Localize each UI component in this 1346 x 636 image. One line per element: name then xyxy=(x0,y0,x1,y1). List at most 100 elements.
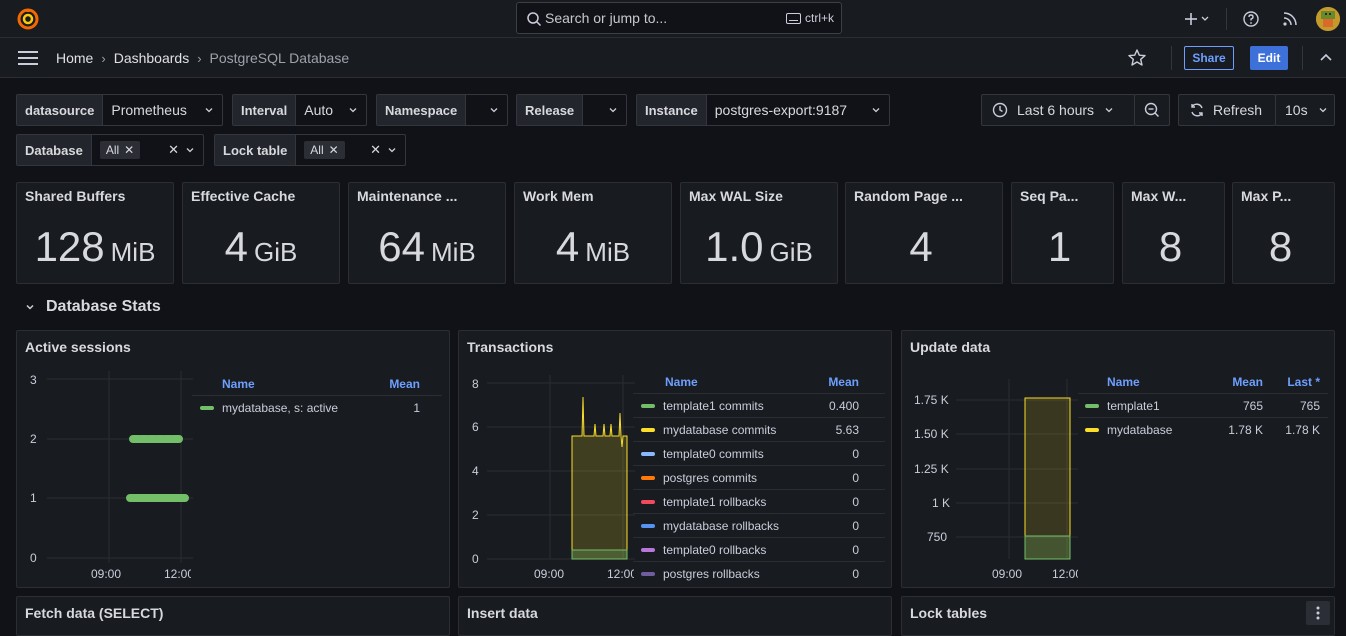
legend-header-name[interactable]: Name xyxy=(1107,375,1203,389)
legend-row[interactable]: template1 commits 0.400 xyxy=(633,393,885,417)
legend-row[interactable]: template1 rollbacks 0 xyxy=(633,489,885,513)
refresh-interval-picker[interactable]: 10s xyxy=(1275,94,1335,126)
variable-interval[interactable]: Interval Auto xyxy=(232,94,367,126)
chip-label: All xyxy=(310,143,324,157)
panel-insert-data[interactable]: Insert data xyxy=(458,596,892,636)
stat-panel-shared-buffers[interactable]: Shared Buffers 128 MiB xyxy=(16,182,174,284)
series-color-swatch xyxy=(641,547,655,552)
legend-row[interactable]: mydatabase rollbacks 0 xyxy=(633,513,885,537)
stat-title: Seq Pa... xyxy=(1020,188,1079,204)
panel-fetch-data[interactable]: Fetch data (SELECT) xyxy=(16,596,450,636)
breadcrumb-current: PostgreSQL Database xyxy=(209,50,350,66)
legend-name: template1 rollbacks xyxy=(663,494,767,509)
shortcut-text: ctrl+k xyxy=(804,11,834,25)
news-button[interactable] xyxy=(1280,9,1300,29)
stat-panel-maintenance[interactable]: Maintenance ... 64 MiB xyxy=(348,182,506,284)
variable-namespace[interactable]: Namespace xyxy=(376,94,508,126)
row-header[interactable]: Database Stats xyxy=(24,298,161,316)
menu-icon[interactable] xyxy=(18,51,38,65)
zoom-out-button[interactable] xyxy=(1134,94,1170,126)
legend-row[interactable]: mydatabase commits 5.63 xyxy=(633,417,885,441)
share-button[interactable]: Share xyxy=(1184,46,1234,70)
breadcrumb-home[interactable]: Home xyxy=(56,50,93,66)
legend-header-mean[interactable]: Mean xyxy=(389,377,420,391)
stat-panel-seq-page[interactable]: Seq Pa... 1 xyxy=(1011,182,1114,284)
variable-label: Lock table xyxy=(215,135,297,165)
x-tick: 12:00 xyxy=(1052,567,1078,581)
stat-title: Max WAL Size xyxy=(689,188,783,204)
chevron-down-icon xyxy=(609,108,617,113)
clear-icon[interactable]: ✕ xyxy=(370,142,381,158)
legend-row[interactable]: mydatabase 1.78 K 1.78 K xyxy=(1078,417,1328,441)
star-icon[interactable] xyxy=(1127,48,1147,68)
clear-icon[interactable]: ✕ xyxy=(168,142,179,158)
series-color-swatch xyxy=(641,451,655,456)
breadcrumb: Home › Dashboards › PostgreSQL Database xyxy=(56,50,349,66)
stat-title: Maintenance ... xyxy=(357,188,458,204)
stat-panel-random-page[interactable]: Random Page ... 4 xyxy=(845,182,1003,284)
legend-last: 1.78 K xyxy=(1285,422,1320,437)
stat-panel-effective-cache[interactable]: Effective Cache 4 GiB xyxy=(182,182,340,284)
panel-active-sessions[interactable]: Active sessions 3 2 1 0 09:00 12:00 Name… xyxy=(16,330,450,588)
panel-menu-button[interactable] xyxy=(1306,601,1330,625)
legend-header-name[interactable]: Name xyxy=(222,377,389,391)
add-new-button[interactable] xyxy=(1182,9,1212,29)
help-button[interactable] xyxy=(1241,9,1261,29)
refresh-button[interactable]: Refresh xyxy=(1178,94,1276,126)
variable-chip[interactable]: All ✕ xyxy=(304,141,345,159)
stat-panel-max-parallel[interactable]: Max P... 8 xyxy=(1232,182,1335,284)
panel-transactions[interactable]: Transactions 8 6 4 2 0 09:00 12:00 Name M… xyxy=(458,330,892,588)
chevron-down-icon xyxy=(186,148,194,153)
y-tick: 6 xyxy=(472,420,479,434)
y-tick: 1.75 K xyxy=(914,393,949,407)
legend-header-last[interactable]: Last * xyxy=(1263,375,1328,389)
edit-button[interactable]: Edit xyxy=(1250,46,1288,70)
legend-row[interactable]: template0 commits 0 xyxy=(633,441,885,465)
legend-mean: 0 xyxy=(852,566,859,581)
series-color-swatch xyxy=(641,475,655,480)
series-color-swatch xyxy=(641,523,655,528)
help-icon xyxy=(1243,11,1259,27)
variable-database[interactable]: Database All ✕ ✕ xyxy=(16,134,204,166)
refresh-icon xyxy=(1191,103,1203,117)
legend-header-mean[interactable]: Mean xyxy=(828,375,859,389)
y-tick: 4 xyxy=(472,464,479,478)
stat-panel-max-worker[interactable]: Max W... 8 xyxy=(1122,182,1225,284)
panel-title: Active sessions xyxy=(25,339,131,355)
variable-release[interactable]: Release xyxy=(516,94,627,126)
variable-instance[interactable]: Instance postgres-export:9187 xyxy=(636,94,890,126)
variable-chip[interactable]: All ✕ xyxy=(99,141,141,159)
legend-row[interactable]: template1 765 765 xyxy=(1078,393,1328,417)
stat-panel-work-mem[interactable]: Work Mem 4 MiB xyxy=(514,182,672,284)
time-range-picker[interactable]: Last 6 hours xyxy=(981,94,1135,126)
y-tick: 1.25 K xyxy=(914,462,949,476)
legend-name: mydatabase rollbacks xyxy=(663,518,780,533)
close-icon[interactable]: ✕ xyxy=(329,143,339,157)
series-color-swatch xyxy=(641,571,655,576)
variable-label: Release xyxy=(517,95,584,125)
legend-name: template1 commits xyxy=(663,398,764,413)
stat-panel-max-wal-size[interactable]: Max WAL Size 1.0 GiB xyxy=(680,182,838,284)
chevron-up-icon[interactable] xyxy=(1316,48,1336,68)
user-avatar[interactable] xyxy=(1316,7,1340,31)
panel-lock-tables[interactable]: Lock tables xyxy=(901,596,1335,636)
legend-header-mean[interactable]: Mean xyxy=(1203,375,1263,389)
series-color-swatch xyxy=(641,427,655,432)
legend-row[interactable]: postgres commits 0 xyxy=(633,465,885,489)
series-color-swatch xyxy=(641,499,655,504)
legend-name: template0 rollbacks xyxy=(663,542,767,557)
grafana-logo-icon[interactable] xyxy=(16,7,40,31)
legend-row[interactable]: mydatabase, s: active 1 xyxy=(192,395,442,419)
close-icon[interactable]: ✕ xyxy=(124,143,134,157)
variable-lock-table[interactable]: Lock table All ✕ ✕ xyxy=(214,134,406,166)
panel-update-data[interactable]: Update data 1.75 K 1.50 K 1.25 K 1 K 750… xyxy=(901,330,1335,588)
legend-name: mydatabase xyxy=(1107,422,1173,437)
legend-name: postgres commits xyxy=(663,470,758,485)
legend-row[interactable]: template0 rollbacks 0 xyxy=(633,537,885,561)
legend-header-name[interactable]: Name xyxy=(665,375,828,389)
breadcrumb-dashboards[interactable]: Dashboards xyxy=(114,50,190,66)
search-bar[interactable]: Search or jump to... ctrl+k xyxy=(516,2,842,34)
variable-datasource[interactable]: datasource Prometheus xyxy=(16,94,223,126)
y-tick: 8 xyxy=(472,377,479,391)
legend-row[interactable]: postgres rollbacks 0 xyxy=(633,561,885,585)
